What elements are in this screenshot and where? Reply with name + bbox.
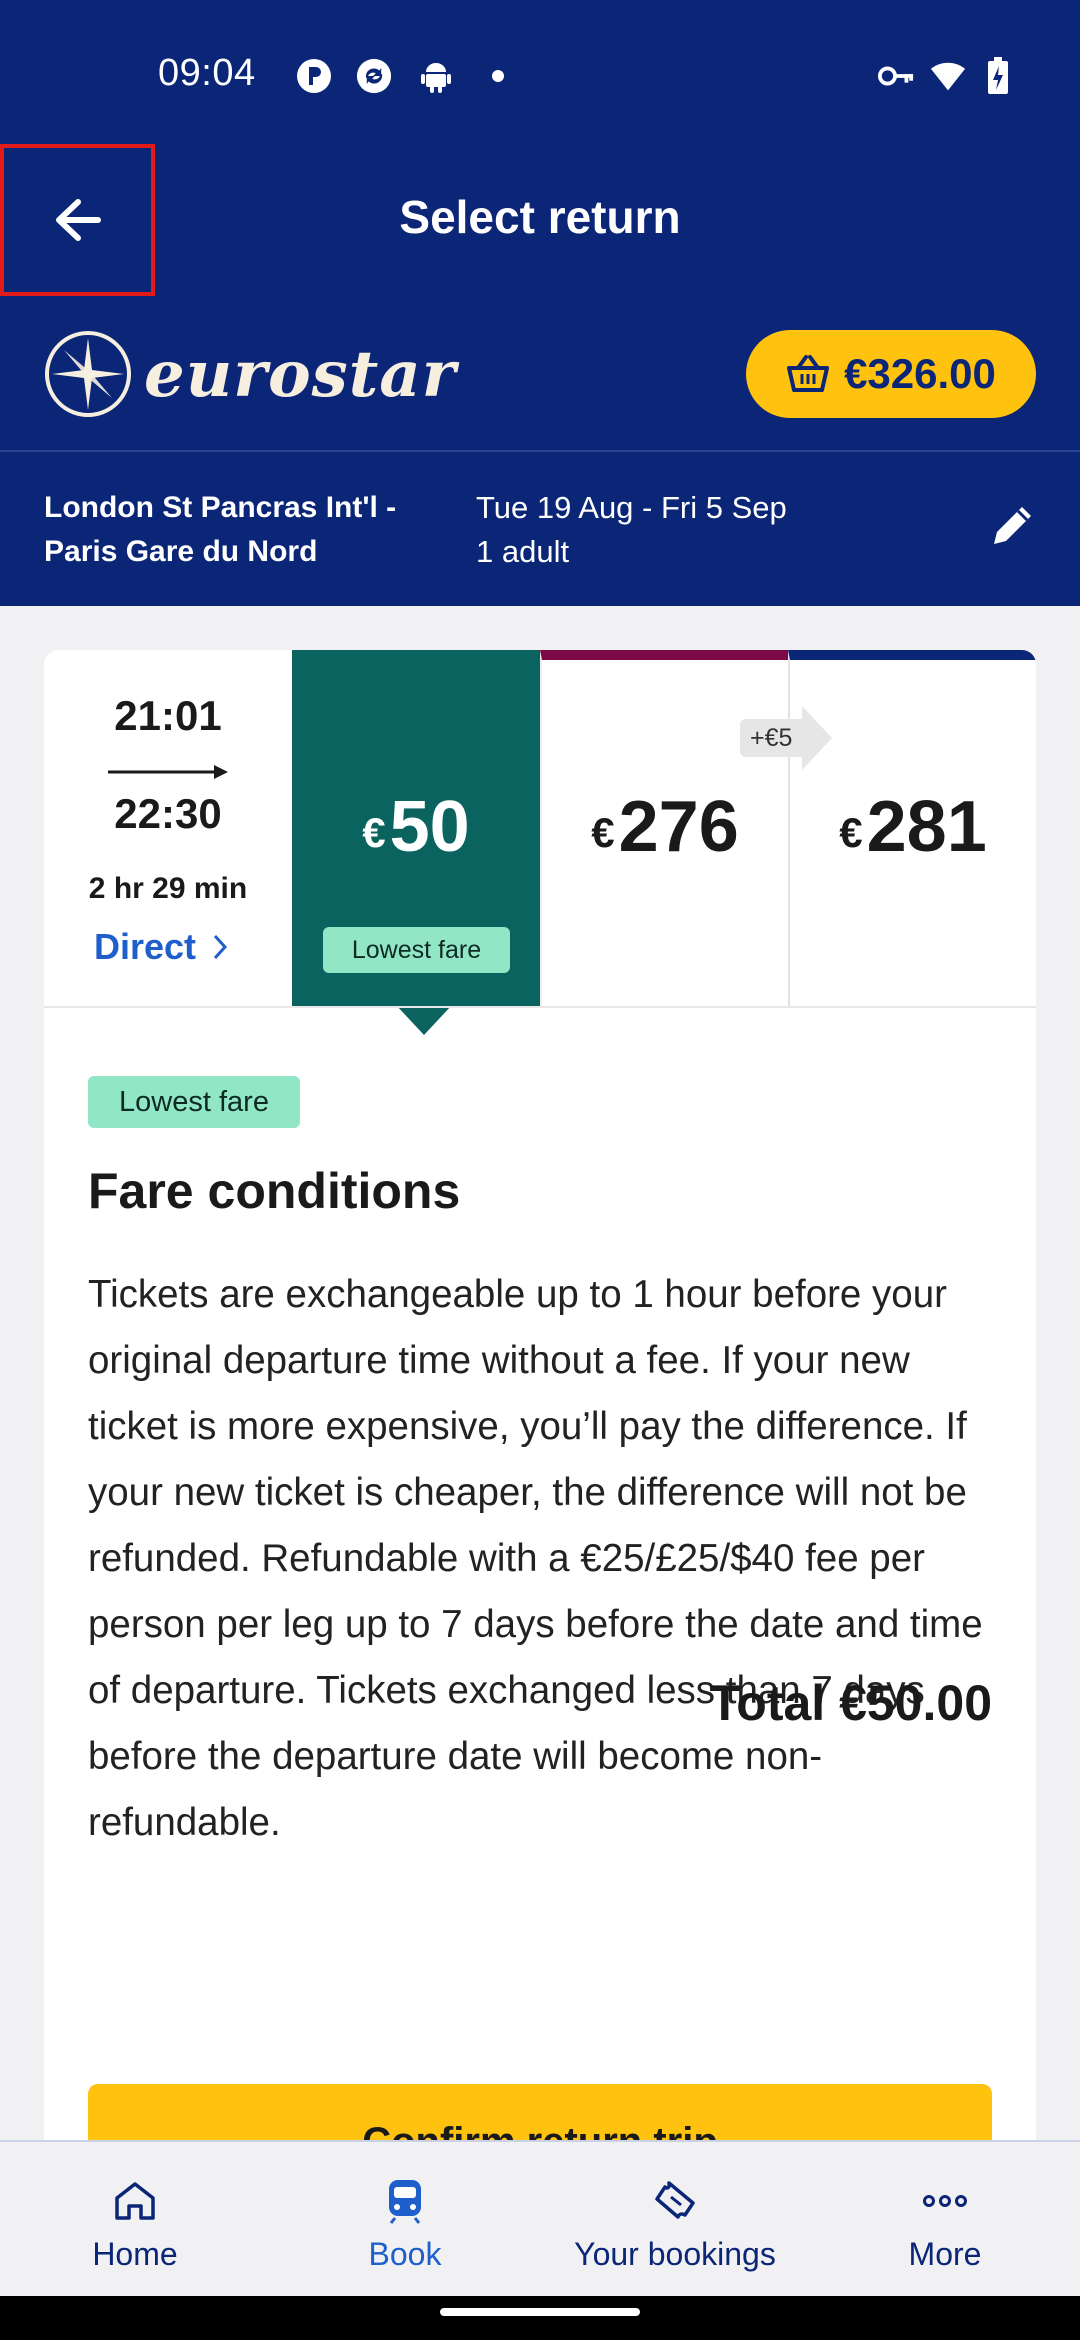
journey-arrow-icon bbox=[108, 765, 228, 779]
total-price: Total €50.00 bbox=[709, 1675, 992, 1731]
basket-button[interactable]: €326.00 bbox=[746, 330, 1036, 418]
wifi-icon bbox=[930, 58, 966, 94]
direct-link[interactable]: Direct bbox=[94, 926, 228, 968]
selected-fare-pointer bbox=[396, 1005, 452, 1035]
android-icon bbox=[418, 58, 454, 94]
basket-icon bbox=[787, 355, 830, 392]
travel-dates: Tue 19 Aug - Fri 5 Sep bbox=[476, 490, 787, 525]
fare-option-standard[interactable]: €50 Lowest fare bbox=[292, 650, 540, 1006]
nav-book[interactable]: Book bbox=[270, 2142, 540, 2296]
eurostar-wordmark: eurostar bbox=[144, 336, 457, 412]
direct-label: Direct bbox=[94, 926, 197, 967]
fare-option-plus[interactable]: €276 bbox=[540, 650, 788, 1006]
pencil-icon bbox=[994, 507, 1031, 544]
bottom-navigation: Home Book Your bookings More bbox=[0, 2140, 1080, 2296]
fare-option-premier[interactable]: €281 bbox=[788, 650, 1036, 1006]
fare-conditions-title: Fare conditions bbox=[88, 1163, 461, 1219]
system-navigation-bar bbox=[0, 2296, 1080, 2340]
row-divider bbox=[44, 1006, 1036, 1008]
nav-home-label: Home bbox=[92, 2236, 178, 2272]
basket-amount: €326.00 bbox=[844, 350, 996, 397]
train-icon bbox=[385, 2176, 425, 2226]
fare-conditions-text: Tickets are exchangeable up to 1 hour be… bbox=[88, 1273, 983, 1844]
notification-dot bbox=[492, 70, 504, 82]
sync-icon bbox=[356, 58, 392, 94]
fare-difference-tag: +€5 bbox=[740, 706, 833, 770]
fare-price: €276 bbox=[591, 787, 739, 867]
vpn-key-icon bbox=[878, 58, 914, 94]
route-line-2: Paris Gare du Nord bbox=[44, 535, 318, 568]
status-time: 09:04 bbox=[158, 52, 256, 94]
conditions-badge: Lowest fare bbox=[88, 1076, 300, 1128]
edit-search-button[interactable] bbox=[990, 502, 1036, 553]
fare-difference: +€5 bbox=[740, 719, 803, 757]
battery-icon bbox=[980, 57, 1016, 94]
nav-bookings-label: Your bookings bbox=[574, 2236, 776, 2272]
nav-your-bookings[interactable]: Your bookings bbox=[540, 2142, 810, 2296]
notification-p-icon bbox=[296, 58, 332, 94]
nav-more[interactable]: More bbox=[810, 2142, 1080, 2296]
nav-more-label: More bbox=[908, 2236, 982, 2272]
passenger-count: 1 adult bbox=[476, 534, 570, 569]
train-times[interactable]: 21:01 22:30 2 hr 29 min Direct bbox=[44, 650, 292, 1006]
route-line-1: London St Pancras Int'l - bbox=[44, 491, 397, 524]
fare-price: €50 bbox=[362, 787, 470, 867]
journey-dates: Tue 19 Aug - Fri 5 Sep 1 adult bbox=[476, 486, 787, 574]
chevron-right-icon bbox=[213, 934, 228, 960]
more-icon bbox=[923, 2176, 967, 2226]
ticket-icon bbox=[653, 2176, 697, 2226]
home-gesture-handle[interactable] bbox=[440, 2308, 640, 2316]
arrival-time: 22:30 bbox=[114, 790, 222, 837]
page-title: Select return bbox=[399, 191, 681, 243]
status-bar: 09:04 bbox=[0, 46, 1080, 106]
journey-route: London St Pancras Int'l - Paris Gare du … bbox=[44, 486, 396, 574]
eurostar-star-icon bbox=[45, 331, 131, 417]
journey-duration: 2 hr 29 min bbox=[88, 872, 248, 905]
train-card: 21:01 22:30 2 hr 29 min Direct €50 Lowes… bbox=[44, 650, 1036, 2140]
departure-time: 21:01 bbox=[114, 692, 222, 739]
confirm-button[interactable]: Confirm return trip bbox=[88, 2084, 992, 2140]
fare-price: €281 bbox=[839, 787, 987, 867]
eurostar-logo: eurostar bbox=[44, 330, 456, 418]
header-area: 09:04 Select return eurostar €326.00 Lon… bbox=[0, 0, 1080, 606]
home-icon bbox=[113, 2176, 157, 2226]
nav-home[interactable]: Home bbox=[0, 2142, 270, 2296]
header-divider bbox=[0, 450, 1080, 452]
lowest-fare-badge: Lowest fare bbox=[323, 927, 510, 973]
nav-book-label: Book bbox=[368, 2236, 442, 2272]
